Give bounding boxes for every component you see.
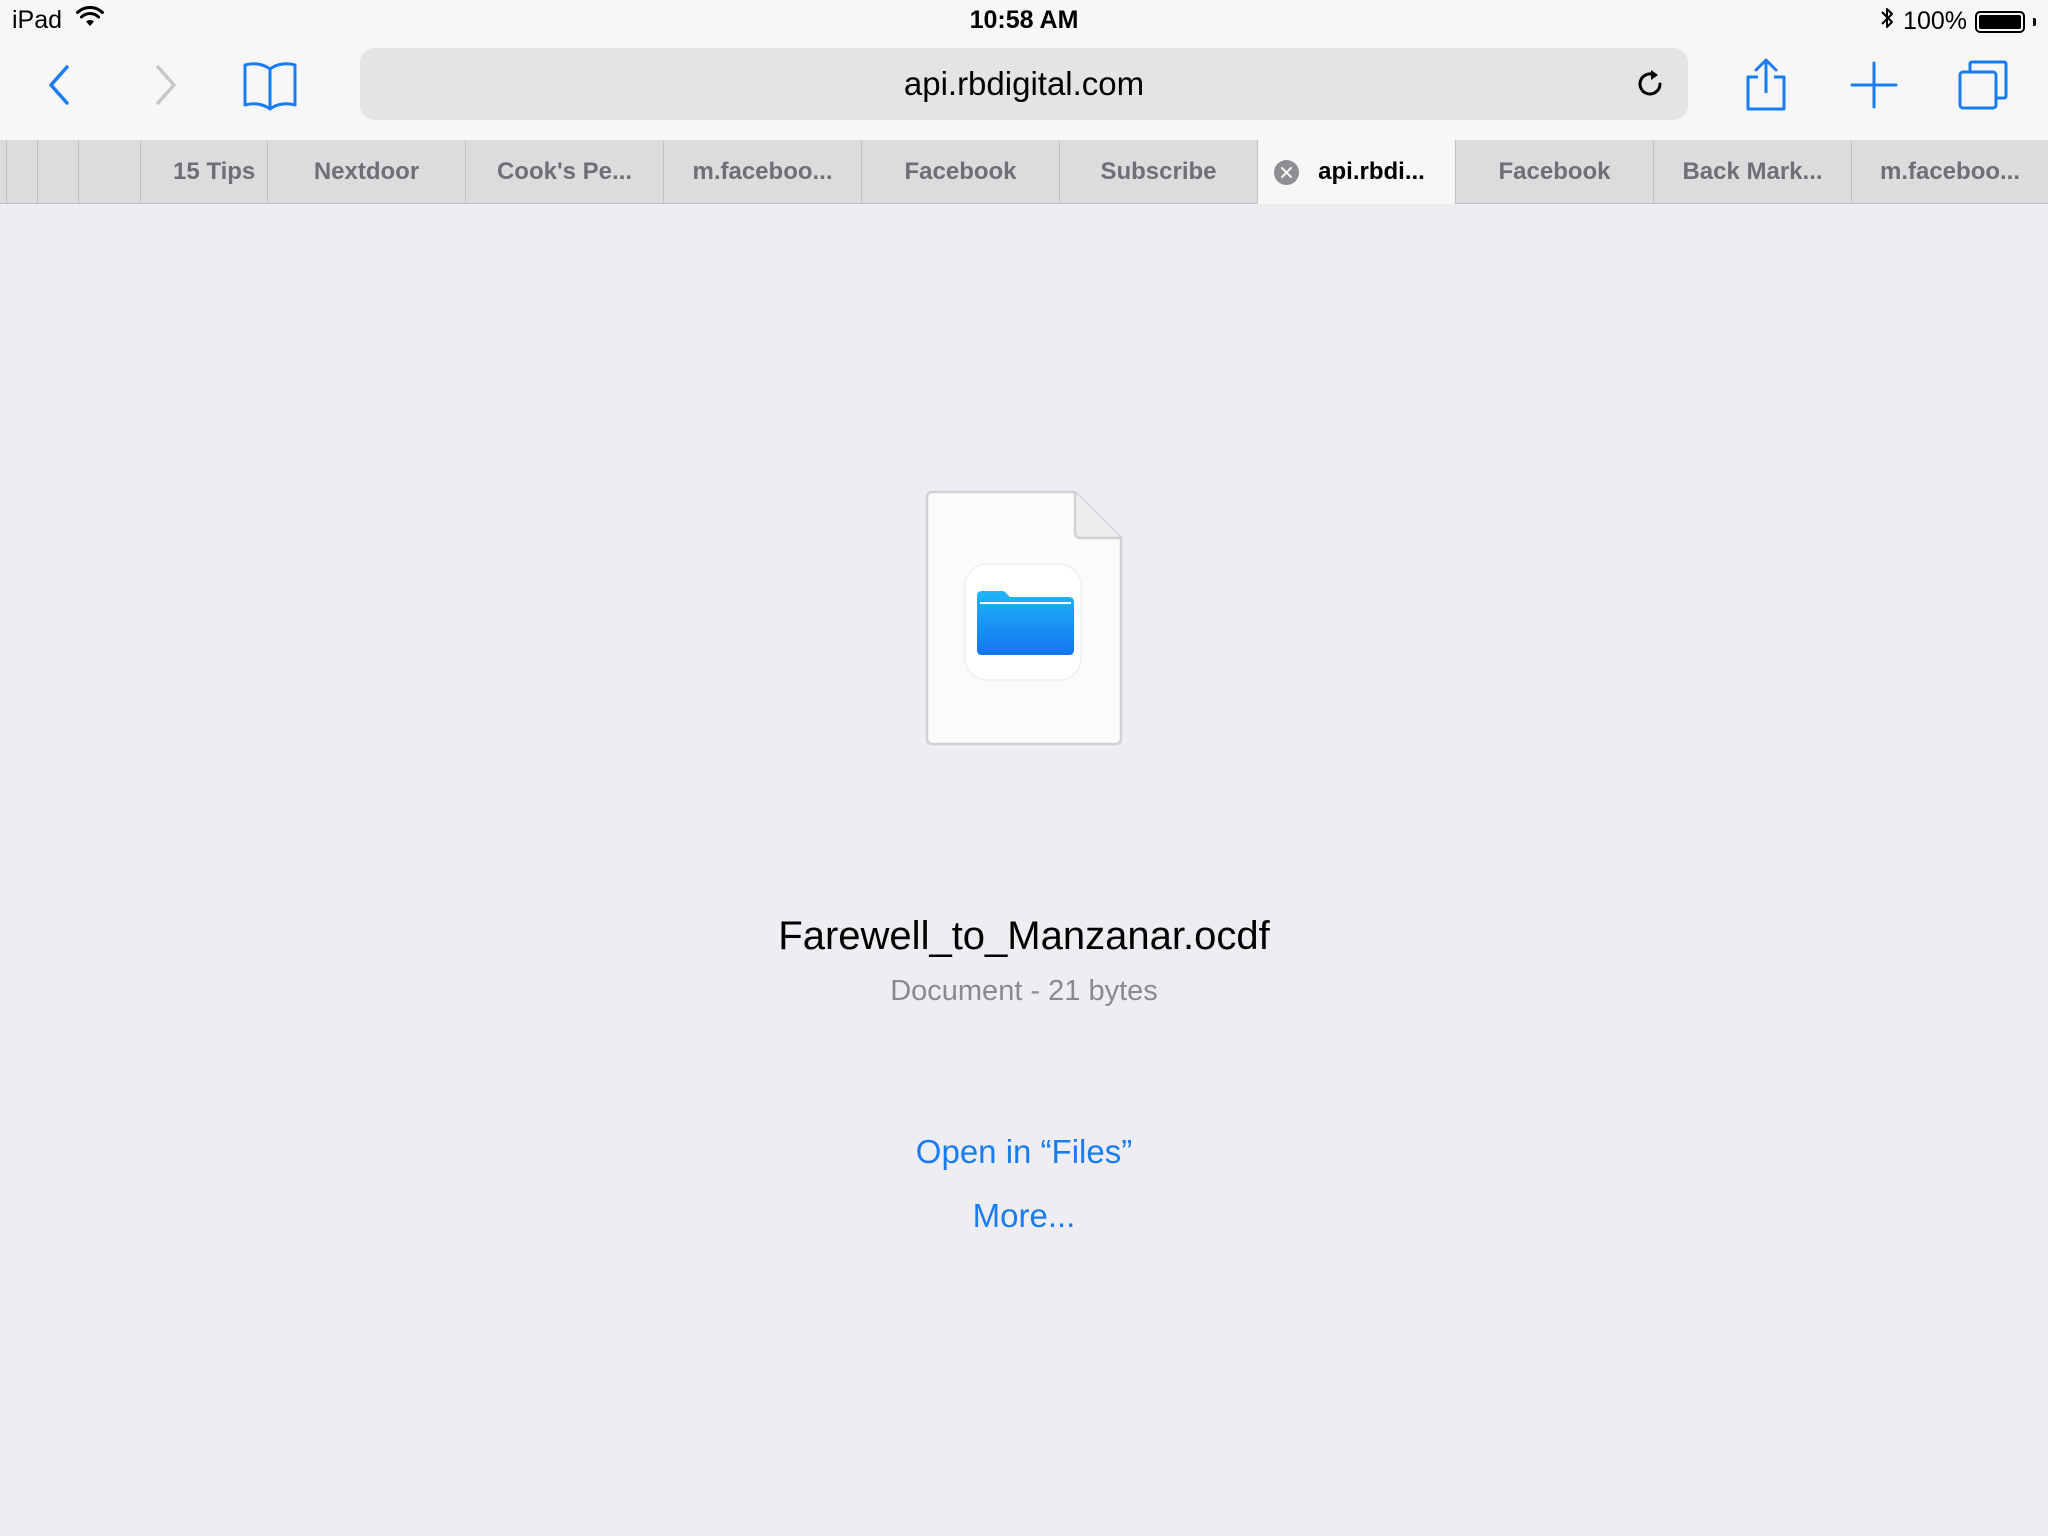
book-icon (243, 62, 297, 111)
bluetooth-icon (1879, 6, 1895, 37)
stacked-tab-edge[interactable] (37, 140, 38, 204)
stacked-tab-edge[interactable] (6, 140, 7, 204)
file-meta: Document - 21 bytes (890, 975, 1158, 1007)
tab-facebook-2[interactable]: Facebook (1455, 140, 1653, 203)
share-button[interactable] (1726, 42, 1806, 128)
tab-close-button[interactable] (1274, 160, 1299, 185)
new-tab-button[interactable] (1834, 42, 1914, 128)
status-bar: iPad 10:58 AM 100% (0, 0, 2048, 42)
tab-facebook[interactable]: Facebook (861, 140, 1059, 203)
tabs-overview-button[interactable] (1943, 42, 2023, 128)
chevron-right-icon (156, 65, 176, 105)
status-right: 100% (1879, 6, 2036, 37)
tab-m-facebook[interactable]: m.faceboo... (663, 140, 861, 203)
status-time: 10:58 AM (969, 6, 1079, 34)
tab-m-facebook-2[interactable]: m.faceboo... (1851, 140, 2048, 203)
plus-icon (1850, 61, 1898, 109)
tab-cooks[interactable]: Cook's Pe... (465, 140, 663, 203)
forward-button[interactable] (125, 42, 205, 128)
browser-toolbar: api.rbdigital.com (0, 42, 2048, 140)
close-icon (1281, 167, 1292, 178)
file-name: Farewell_to_Manzanar.ocdf (778, 914, 1270, 958)
share-icon (1746, 58, 1786, 111)
tab-15-tips[interactable]: 15 Tips (140, 140, 267, 203)
tabs-icon (1958, 60, 2008, 110)
address-bar[interactable]: api.rbdigital.com (360, 48, 1688, 120)
tab-label: m.faceboo... (692, 157, 833, 185)
battery-level-fill (1979, 14, 2021, 29)
more-link[interactable]: More... (0, 1197, 2048, 1235)
address-text: api.rbdigital.com (903, 65, 1145, 102)
tab-bar: 15 Tips Nextdoor Cook's Pe... m.faceboo.… (0, 140, 2048, 204)
tab-label: 15 Tips (173, 157, 256, 185)
battery-cap (2033, 17, 2036, 26)
tab-active-api-rbdigital[interactable]: api.rbdi... (1257, 140, 1455, 204)
tab-label: m.faceboo... (1879, 157, 2021, 185)
tab-label: Facebook (904, 157, 1017, 185)
tab-label: api.rbdi... (1318, 158, 1425, 185)
battery-percent: 100% (1903, 7, 1967, 35)
reload-button[interactable] (1622, 56, 1678, 112)
stacked-tab-edge[interactable] (78, 140, 79, 204)
tab-label: Nextdoor (313, 157, 420, 185)
battery-icon (1975, 10, 2025, 33)
chevron-left-icon (49, 65, 69, 105)
tab-subscribe[interactable]: Subscribe (1059, 140, 1257, 203)
tab-label: Subscribe (1100, 157, 1217, 185)
folder-icon (977, 591, 1074, 655)
document-icon (925, 490, 1123, 746)
bookmarks-button[interactable] (230, 42, 310, 128)
tab-back-market[interactable]: Back Mark... (1653, 140, 1851, 203)
tab-label: Back Mark... (1682, 157, 1823, 185)
tab-label: Facebook (1498, 157, 1611, 185)
back-button[interactable] (20, 42, 100, 128)
tab-label: Cook's Pe... (496, 157, 633, 185)
tab-nextdoor[interactable]: Nextdoor (267, 140, 465, 203)
open-in-files-link[interactable]: Open in “Files” (0, 1133, 2048, 1171)
reload-icon (1638, 70, 1662, 96)
